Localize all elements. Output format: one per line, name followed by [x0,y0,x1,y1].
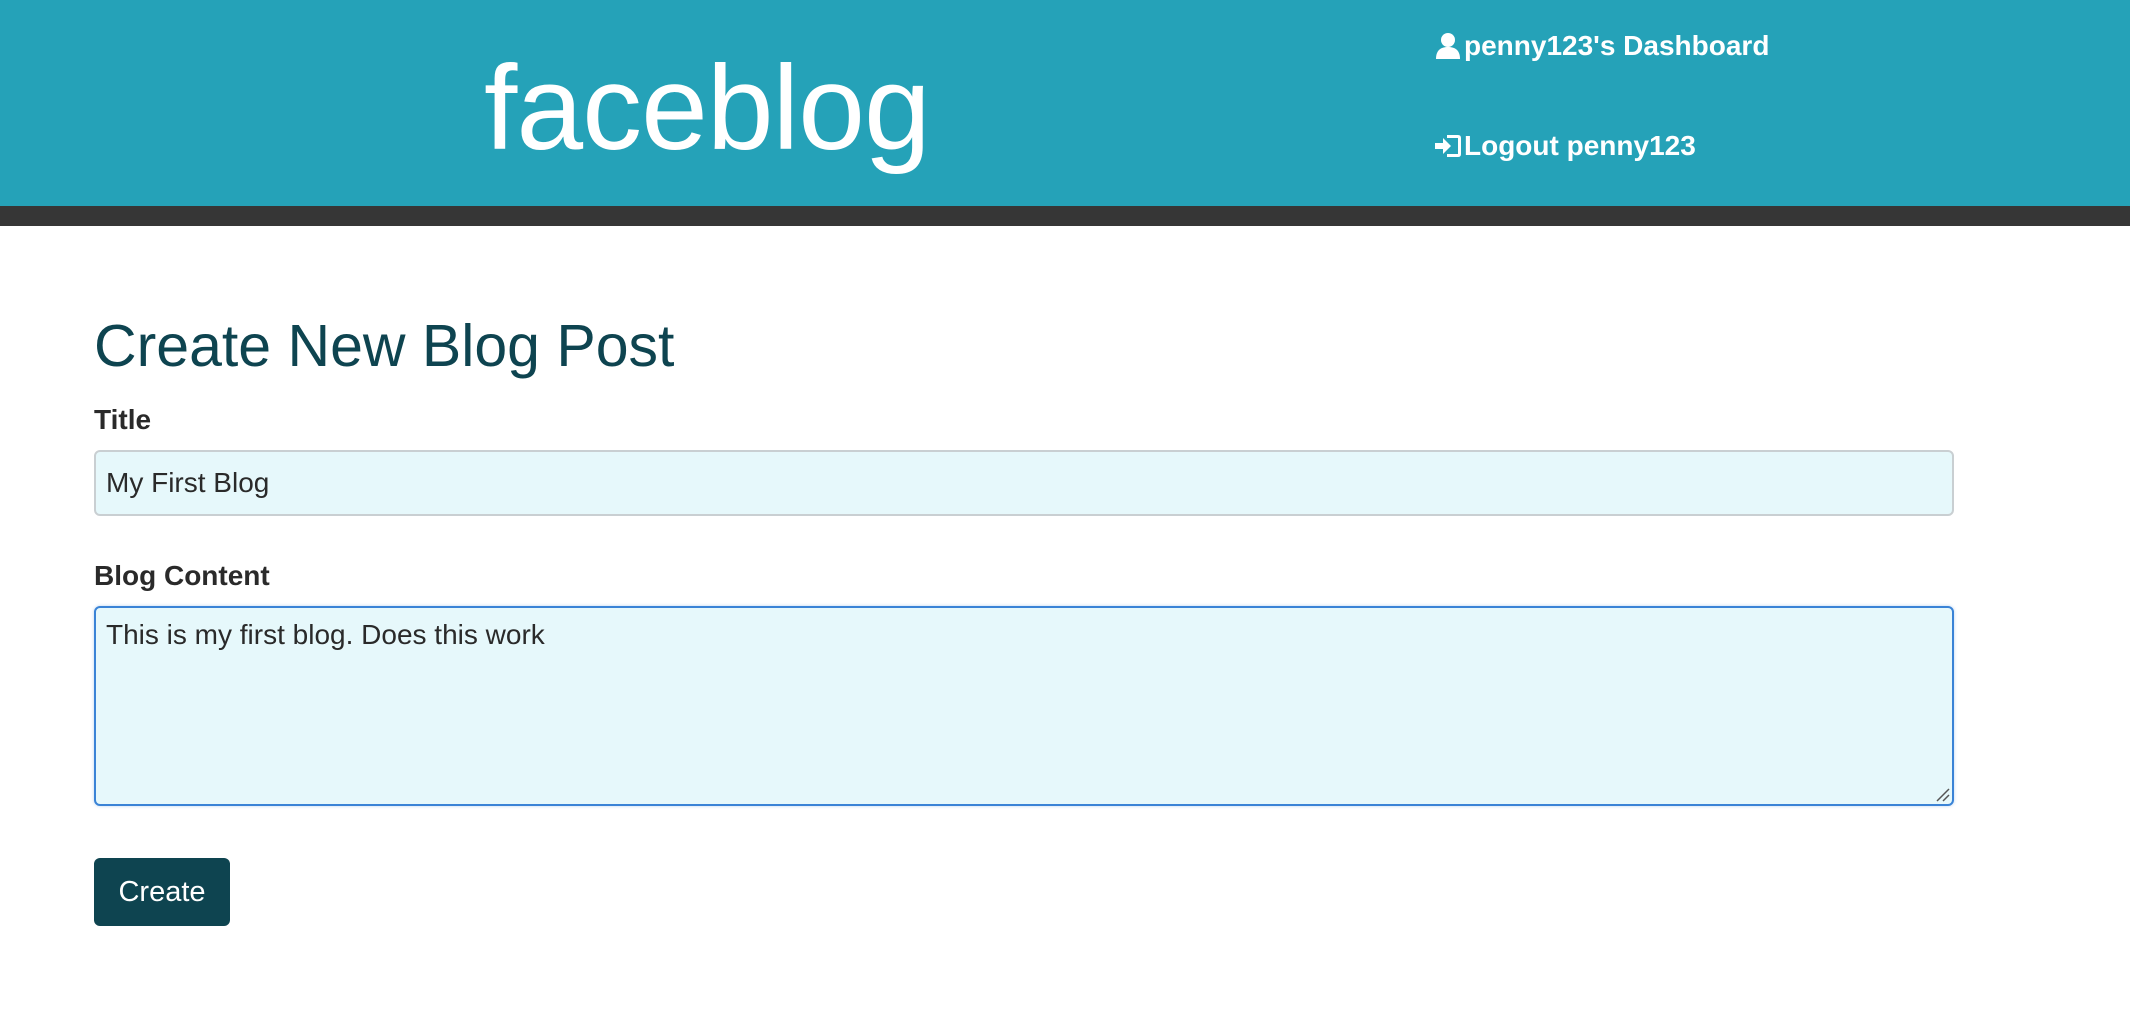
user-icon [1434,32,1462,60]
site-header: faceblog penny123's Dashboard Logout pen… [0,0,2130,206]
blog-content-textarea[interactable]: This is my first blog. Does this work [94,606,1954,806]
title-input[interactable] [94,450,1954,516]
logout-link[interactable]: Logout penny123 [1434,128,1696,164]
dashboard-link[interactable]: penny123's Dashboard [1434,28,1769,64]
create-button[interactable]: Create [94,858,230,926]
blog-content-label: Blog Content [94,560,270,591]
dashboard-link-label: penny123's Dashboard [1464,30,1770,61]
header-divider-bar [0,206,2130,226]
resize-grip-icon[interactable] [1934,786,1950,802]
page-title: Create New Blog Post [94,313,675,379]
title-label: Title [94,404,152,435]
brand-logo-link[interactable]: faceblog [484,38,931,178]
logout-link-label: Logout penny123 [1464,130,1696,161]
sign-in-icon [1434,132,1462,160]
